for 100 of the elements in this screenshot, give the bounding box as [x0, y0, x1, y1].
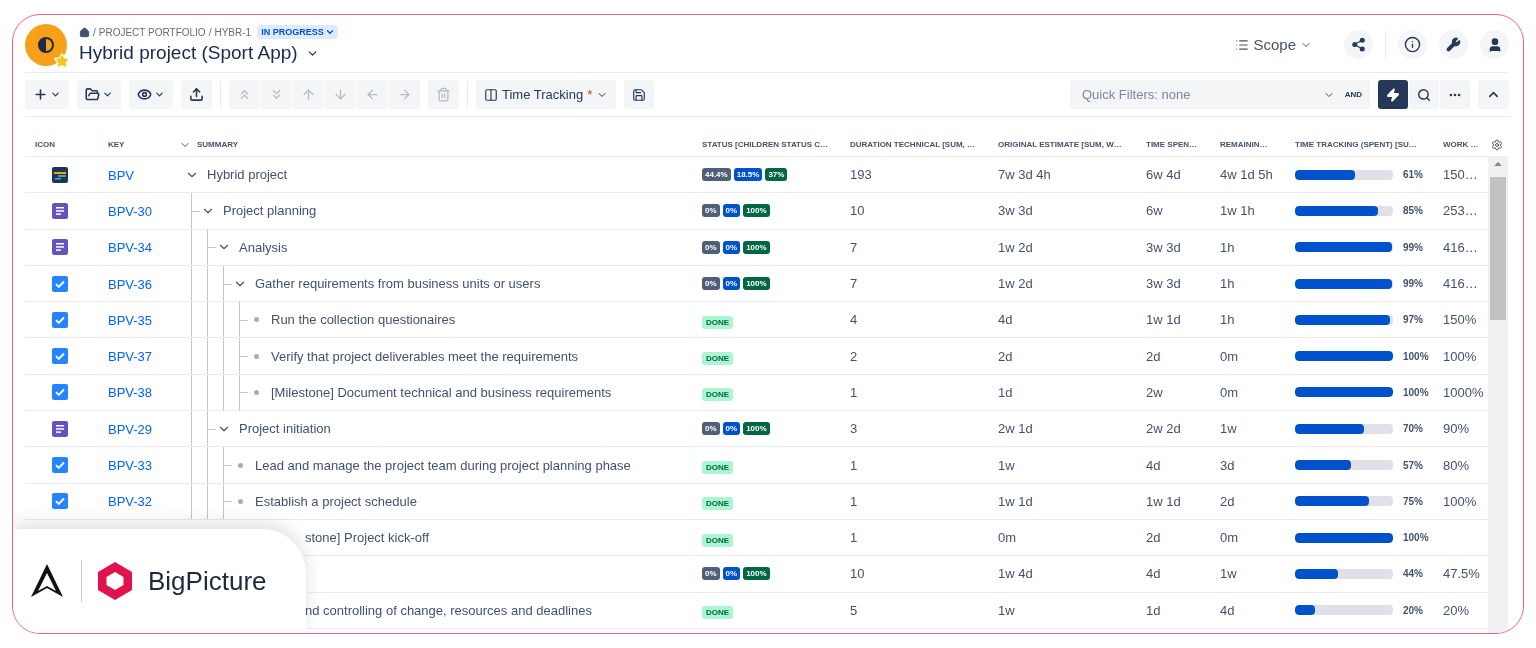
breadcrumb-link[interactable]: HYBR-1: [214, 26, 252, 38]
wrench-button[interactable]: [1439, 30, 1468, 59]
list-icon: [1235, 37, 1250, 52]
upload-button[interactable]: [181, 80, 212, 109]
time-spent-cell-text: 4d: [1145, 457, 1162, 473]
eye-button[interactable]: [129, 80, 173, 109]
column-header[interactable]: ORIGINAL ESTIMATE [SUM, W…: [998, 140, 1122, 149]
status-dropdown[interactable]: IN PROGRESS: [257, 25, 338, 39]
issue-key-link[interactable]: BPV-29: [95, 421, 153, 437]
duration-cell-text: 1: [849, 530, 859, 546]
work-cell-text: 416…: [1442, 276, 1479, 292]
estimate-cell-text: 2d: [997, 348, 1014, 364]
remaining-cell-text: 0m: [1219, 530, 1240, 546]
estimate-cell-text: 7w 3d 4h: [997, 167, 1052, 183]
quick-filters-field[interactable]: Quick Filters: none AND: [1070, 80, 1370, 109]
issue-key-link[interactable]: BPV-30: [95, 203, 153, 219]
percent-chip: 100%: [743, 277, 770, 291]
caret-icon: [154, 89, 165, 100]
percent-text: 97%: [1403, 314, 1423, 326]
column-header[interactable]: REMAININ…: [1220, 140, 1268, 149]
plus-icon: [33, 87, 48, 102]
column-header[interactable]: STATUS [CHILDREN STATUS C…: [702, 140, 829, 149]
time-spent-cell-text: 2w: [1145, 384, 1164, 400]
breadcrumb-link[interactable]: PROJECT PORTFOLIO: [98, 26, 206, 38]
summary-text: Gather requirements from business units or users: [255, 276, 541, 292]
collapse-button[interactable]: [1478, 80, 1509, 109]
checkbox-icon: [52, 275, 68, 292]
column-header[interactable]: WORK …: [1443, 140, 1479, 149]
percent-text: 99%: [1403, 278, 1423, 290]
search-button[interactable]: [1409, 80, 1439, 109]
column-header[interactable]: DURATION TECHNICAL [SUM, …: [850, 140, 976, 149]
folder-button[interactable]: [77, 80, 121, 109]
remaining-cell-text: 1h: [1219, 239, 1236, 255]
hexagon-logo-icon: [96, 561, 134, 601]
remaining-cell-text: 1w: [1219, 566, 1238, 582]
issue-key-link[interactable]: BPV-36: [95, 276, 153, 292]
remaining-cell-text: 1w: [1219, 421, 1238, 437]
work-cell-text: 80%: [1442, 457, 1471, 473]
duration-cell-text: 10: [849, 203, 866, 219]
plus-button[interactable]: [25, 80, 69, 109]
estimate-cell-text: 1w: [997, 602, 1016, 618]
column-header[interactable]: ICON: [35, 140, 55, 149]
percent-text: 44%: [1403, 568, 1423, 580]
save-button[interactable]: [624, 80, 655, 109]
issue-key-link[interactable]: BPV-32: [95, 494, 153, 510]
percent-chip: 0%: [722, 277, 741, 291]
lightning-button[interactable]: [1378, 80, 1408, 109]
column-header[interactable]: SUMMARY: [197, 140, 239, 149]
contrast-icon: [36, 34, 56, 55]
settings-icon[interactable]: [1491, 138, 1503, 151]
view-dropdown[interactable]: Time Tracking *: [476, 80, 617, 109]
duration-cell-text: 7: [849, 239, 859, 255]
arrow-right-icon: [397, 87, 412, 102]
column-header[interactable]: TIME TRACKING (SPENT) [SU…: [1295, 140, 1417, 149]
issue-key-link[interactable]: BPV: [95, 167, 134, 183]
percent-text: 99%: [1403, 241, 1423, 253]
scroll-thumb[interactable]: [1490, 177, 1506, 320]
percent-chip: 100%: [743, 240, 770, 254]
wrench-icon: [1446, 37, 1461, 52]
scope-dropdown[interactable]: Scope: [1229, 35, 1318, 54]
duration-cell-text: 193: [849, 167, 873, 183]
remaining-cell-text: 2d: [1219, 493, 1236, 509]
share-button[interactable]: [1344, 30, 1373, 59]
work-cell-text: 150%: [1442, 312, 1478, 328]
operator-label[interactable]: AND: [1344, 90, 1362, 99]
info-button[interactable]: [1398, 30, 1427, 59]
issue-key-link[interactable]: BPV-38: [95, 385, 153, 401]
search-icon: [1417, 87, 1431, 102]
lightning-icon: [1386, 87, 1400, 102]
home-icon[interactable]: [79, 26, 90, 38]
work-cell-text: 253…: [1442, 203, 1479, 219]
document-icon: [52, 202, 68, 219]
duration-cell-text: 7: [849, 276, 859, 292]
scrollbar[interactable]: [1488, 157, 1508, 633]
issue-key-link[interactable]: BPV-33: [95, 458, 153, 473]
status-lozenge: DONE: [702, 352, 734, 366]
estimate-cell-text: 1d: [997, 384, 1014, 400]
issue-key-link[interactable]: BPV-34: [95, 240, 153, 256]
duration-cell-text: 10: [849, 566, 866, 582]
column-header[interactable]: KEY: [108, 140, 125, 149]
time-spent-cell-text: 6w: [1145, 203, 1164, 219]
column-header[interactable]: TIME SPEN…: [1146, 140, 1198, 149]
status-lozenge: DONE: [702, 388, 734, 402]
user-button[interactable]: [1480, 30, 1509, 59]
project-title[interactable]: Hybrid project (Sport App): [79, 42, 338, 64]
issue-key-link[interactable]: BPV-35: [95, 312, 153, 328]
percent-text: 20%: [1403, 604, 1423, 616]
percent-chip: 0%: [702, 277, 720, 291]
time-spent-cell-text: 4d: [1145, 566, 1162, 582]
checkbox-icon: [52, 311, 68, 328]
summary-text: Run the collection questionaires: [271, 312, 456, 328]
caret-icon: [50, 89, 61, 100]
percent-text: 100%: [1403, 532, 1429, 544]
status-lozenge: DONE: [702, 461, 734, 474]
time-spent-cell-text: 1w 1d: [1145, 493, 1182, 509]
percent-chip: 0%: [722, 204, 741, 218]
issue-key-link[interactable]: BPV-37: [95, 349, 153, 365]
remaining-cell-text: 0m: [1219, 384, 1240, 400]
percent-chip: 100%: [743, 567, 770, 581]
percent-text: 100%: [1403, 386, 1429, 398]
